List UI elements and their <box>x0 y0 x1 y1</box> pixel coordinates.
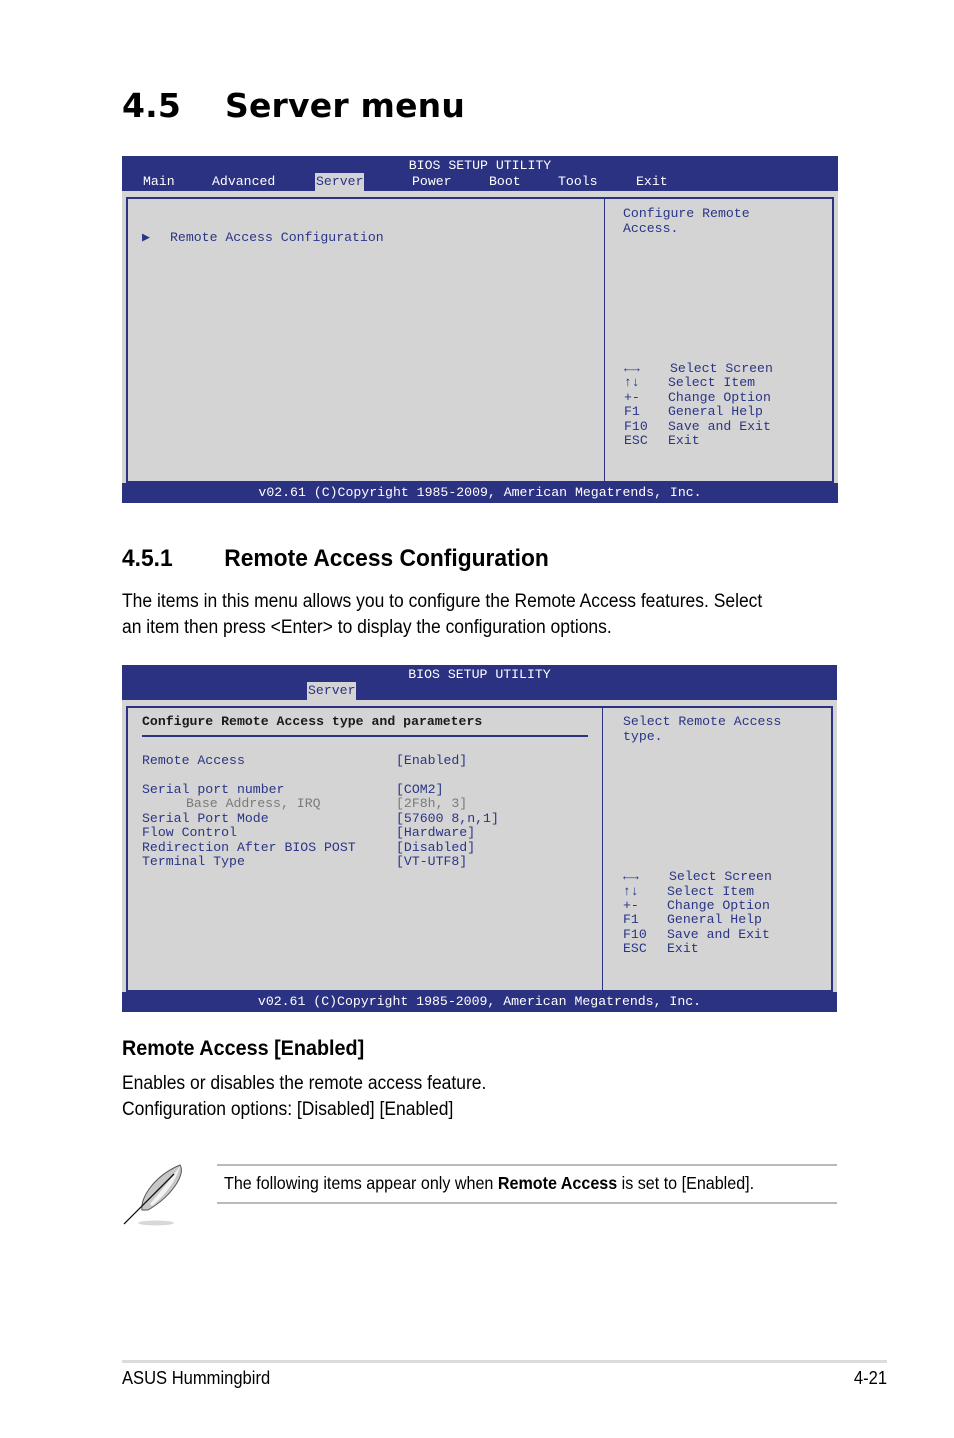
tab-server[interactable]: Server <box>315 173 365 191</box>
setting-value-terminal-type[interactable]: [VT-UTF8] <box>396 854 467 870</box>
note-top-rule <box>217 1164 837 1166</box>
setting-label-flow-control[interactable]: Flow Control <box>142 825 237 841</box>
bios-screen-remote-access: BIOS SETUP UTILITY Server Configure Remo… <box>122 665 837 1012</box>
heading-underline <box>142 735 588 737</box>
bios-copyright-bar: v02.61 (C)Copyright 1985-2009, American … <box>122 992 837 1012</box>
tab-server[interactable]: Server <box>307 682 357 700</box>
bios-title-bar: BIOS SETUP UTILITY Main Advanced Server … <box>122 156 838 191</box>
note-text-prefix: The following items appear only when <box>224 1173 498 1193</box>
key-desc: Exit <box>668 433 700 448</box>
triangle-right-icon: ▶ <box>142 230 150 245</box>
setting-label-remote-access[interactable]: Remote Access <box>142 753 245 769</box>
feather-pen-icon <box>123 1164 182 1226</box>
note-text-suffix: is set to [Enabled]. <box>617 1173 755 1193</box>
bios-screen-server-menu: BIOS SETUP UTILITY Main Advanced Server … <box>122 156 838 503</box>
subsection-heading: 4.5.1 Remote Access Configuration <box>122 545 549 573</box>
item-heading: Remote Access [Enabled] <box>122 1036 365 1060</box>
setting-value-base-address-irq: [2F8h, 3] <box>396 796 468 811</box>
bios-main-frame: Configure Remote Access type and paramet… <box>126 706 833 992</box>
bios-title: BIOS SETUP UTILITY <box>408 158 552 173</box>
item-desc-line-1: Enables or disables the remote access fe… <box>122 1073 487 1094</box>
footer-product-name: ASUS Hummingbird <box>122 1368 271 1388</box>
bios-title-bar: BIOS SETUP UTILITY Server <box>122 665 837 700</box>
tab-boot[interactable]: Boot <box>489 173 521 191</box>
key-desc: Select Item <box>668 375 756 390</box>
tab-main[interactable]: Main <box>143 173 175 191</box>
subsection-number: 4.5.1 <box>122 545 173 572</box>
section-title: Server menu <box>225 86 466 125</box>
key-desc: General Help <box>667 912 762 927</box>
submenu-remote-access-configuration[interactable]: Remote Access Configuration <box>170 230 384 246</box>
help-text-line2: Access. <box>623 221 679 236</box>
tab-tools[interactable]: Tools <box>558 173 598 191</box>
tab-exit[interactable]: Exit <box>636 173 668 191</box>
setting-value-flow-control[interactable]: [Hardware] <box>396 825 475 841</box>
help-text-line1: Select Remote Access <box>623 714 782 729</box>
bios-copyright-bar: v02.61 (C)Copyright 1985-2009, American … <box>122 483 838 503</box>
key-desc: Exit <box>667 941 699 956</box>
section-number: 4.5 <box>122 86 182 125</box>
key-desc: Select Screen <box>669 869 772 884</box>
note-bottom-rule <box>217 1202 837 1204</box>
setting-label-base-address-irq: Base Address, IRQ <box>186 796 321 811</box>
help-text-line2: type. <box>623 729 663 744</box>
tab-advanced[interactable]: Advanced <box>212 173 275 191</box>
bios-title: BIOS SETUP UTILITY <box>408 667 551 682</box>
note-text-bold: Remote Access <box>497 1173 618 1193</box>
panel-divider <box>604 199 605 481</box>
bios-main-frame: ▶ Remote Access Configuration Configure … <box>126 197 834 483</box>
note-text: The following items appear only when Rem… <box>224 1173 754 1194</box>
help-text-line1: Configure Remote <box>623 206 750 221</box>
key-label: F1 <box>623 912 639 927</box>
up-down-arrows-icon: ↑↓ <box>624 375 640 390</box>
intro-line-1: The items in this menu allows you to con… <box>122 591 763 612</box>
key-label: ESC <box>624 433 648 448</box>
setting-value-remote-access[interactable]: [Enabled] <box>396 753 467 769</box>
tab-power[interactable]: Power <box>412 173 452 191</box>
panel-divider <box>602 708 603 990</box>
key-label: F1 <box>624 404 640 419</box>
footer-page-number: 4-21 <box>853 1368 887 1388</box>
footer-rule <box>122 1360 887 1363</box>
subsection-title: Remote Access Configuration <box>224 545 549 572</box>
panel-heading: Configure Remote Access type and paramet… <box>142 714 483 729</box>
section-heading: 4.5 Server menu <box>122 86 465 125</box>
setting-label-terminal-type[interactable]: Terminal Type <box>142 854 245 870</box>
key-label: ESC <box>623 941 647 956</box>
left-right-arrows-icon: ←→ <box>623 869 639 884</box>
intro-line-2: an item then press <Enter> to display th… <box>122 617 612 638</box>
item-desc-line-2: Configuration options: [Disabled] [Enabl… <box>122 1099 454 1120</box>
key-desc: General Help <box>668 404 763 419</box>
